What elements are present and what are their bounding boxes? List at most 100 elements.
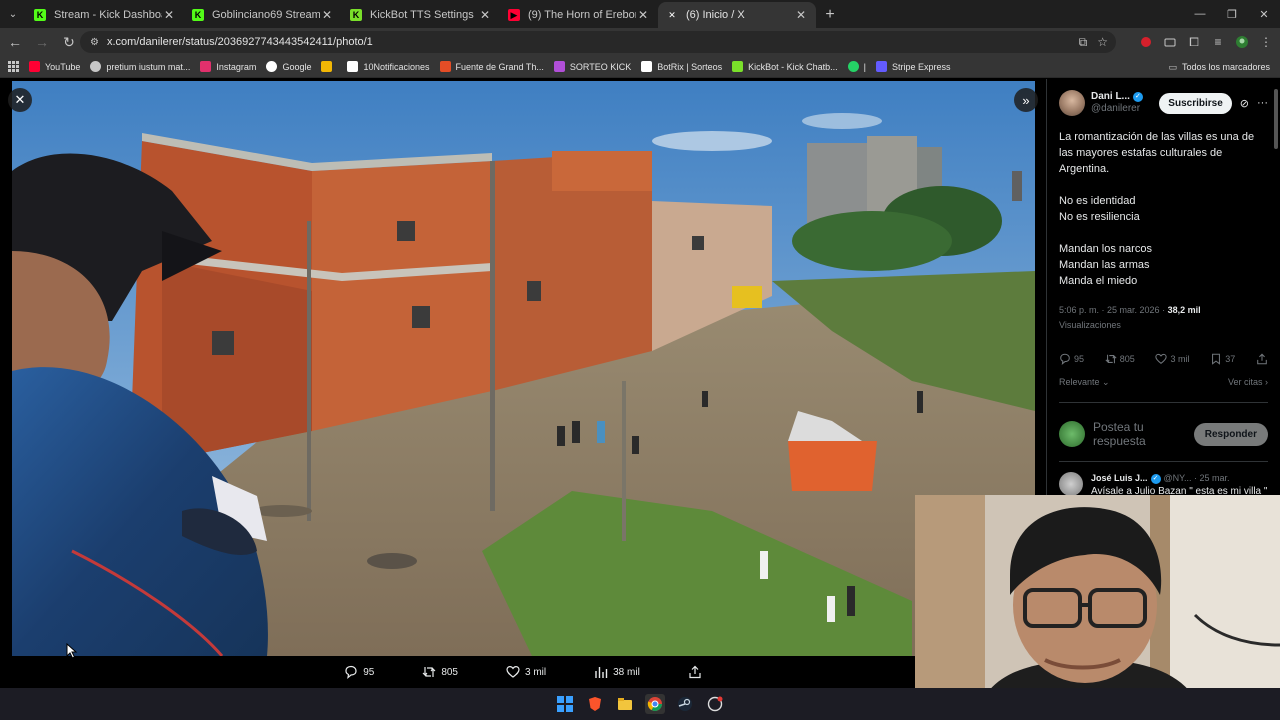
diamond-icon — [641, 61, 653, 72]
bookmark-item[interactable]: Google — [266, 61, 311, 72]
forward-icon[interactable]: → — [30, 30, 54, 54]
tweet-timestamp[interactable]: 5:06 p. m. · 25 mar. 2026 — [1059, 305, 1160, 315]
youtube-icon — [29, 61, 40, 72]
extensions-puzzle-icon[interactable]: ⧠ — [1186, 34, 1202, 50]
new-tab-button[interactable]: + — [816, 2, 844, 28]
share-metric[interactable] — [1256, 353, 1268, 365]
reply-button[interactable]: Responder — [1193, 422, 1268, 446]
tweet-photo[interactable] — [12, 81, 1035, 656]
views-action[interactable]: 38 mil — [594, 665, 640, 679]
restore-icon[interactable]: ❐ — [1216, 0, 1248, 28]
apps-grid-icon[interactable] — [8, 61, 19, 72]
grok-icon[interactable]: ⊘ — [1240, 97, 1249, 110]
steam-icon[interactable] — [675, 694, 695, 714]
bookmark-item[interactable]: BotRix | Sorteos — [641, 61, 722, 72]
repost-metric[interactable]: 805 — [1105, 353, 1135, 365]
repost-action[interactable]: 805 — [422, 665, 458, 679]
browser-tab[interactable]: ▶ (9) The Horn of Erebor | ISOLAT✕ — [500, 2, 658, 28]
tweet-paragraph: La romantización de las villas es una de… — [1059, 131, 1255, 175]
browser-tab[interactable]: ✕ (6) Inicio / X ✕ — [658, 2, 816, 28]
sort-row: Relevante ⌄ Ver citas › — [1059, 377, 1268, 388]
browser-tab[interactable]: K Goblinciano69 Stream - Watch✕ — [184, 2, 342, 28]
media-controls-icon[interactable]: ≡ — [1210, 34, 1226, 50]
bookmark-item[interactable] — [321, 61, 337, 72]
whatsapp-icon — [847, 61, 859, 72]
user-avatar[interactable] — [1059, 421, 1085, 447]
bookmark-item[interactable]: Stripe Express — [876, 61, 951, 72]
chrome-icon[interactable] — [645, 694, 665, 714]
divider — [1059, 402, 1268, 403]
reload-icon[interactable]: ↻ — [57, 30, 81, 54]
profile-avatar-icon[interactable] — [1234, 34, 1250, 50]
x-icon — [347, 61, 359, 72]
close-tab-icon[interactable]: ✕ — [794, 8, 808, 22]
reply-handle-date: @NY... · 25 mar. — [1163, 473, 1230, 483]
file-explorer-icon[interactable] — [615, 694, 635, 714]
like-action[interactable]: 3 mil — [506, 665, 546, 679]
close-tab-icon[interactable]: ✕ — [320, 8, 334, 22]
reply-action[interactable]: 95 — [344, 665, 374, 679]
reply-author-name[interactable]: José Luis J... — [1091, 472, 1148, 485]
author-name[interactable]: Dani L... ✓ — [1091, 91, 1151, 103]
close-tab-icon[interactable]: ✕ — [162, 8, 176, 22]
address-bar[interactable]: ⚙ x.com/danilerer/status/203692774344354… — [80, 31, 1116, 53]
reply-metric[interactable]: 95 — [1059, 353, 1084, 365]
bookmark-item[interactable]: SORTEO KICK — [553, 61, 632, 72]
windows-start-icon[interactable] — [555, 694, 575, 714]
author-avatar[interactable] — [1059, 90, 1085, 116]
bookmark-item[interactable]: Instagram — [200, 61, 256, 72]
reply-author-avatar[interactable] — [1059, 472, 1083, 496]
bookmark-item[interactable]: KickBot - Kick Chatb... — [732, 61, 838, 72]
close-tab-icon[interactable]: ✕ — [478, 8, 492, 22]
tweet-meta: 5:06 p. m. · 25 mar. 2026 · 38,2 mil Vis… — [1059, 305, 1201, 330]
site-info-icon[interactable]: ⚙ — [90, 37, 99, 48]
mouse-cursor-icon — [66, 643, 78, 659]
font-icon — [439, 61, 451, 72]
like-metric[interactable]: 3 mil — [1155, 353, 1190, 365]
sidebar-scrollbar[interactable] — [1274, 89, 1278, 149]
bookmark-item[interactable]: YouTube — [29, 61, 80, 72]
all-bookmarks-folder[interactable]: ▭ Todos los marcadores — [1168, 56, 1270, 78]
sort-dropdown[interactable]: Relevante ⌄ — [1059, 377, 1110, 388]
bookmark-star-icon[interactable]: ☆ — [1097, 35, 1108, 49]
browser-tab[interactable]: K Stream - Kick Dashboard✕ — [26, 2, 184, 28]
obs-app-icon[interactable] — [705, 694, 725, 714]
bookmark-item[interactable]: 10Notificaciones — [347, 61, 430, 72]
tab-search-icon[interactable]: ⌄ — [0, 0, 26, 28]
extension-red-icon[interactable] — [1138, 34, 1154, 50]
chevron-right-icon: › — [1262, 377, 1268, 387]
browser-toolbar: ← → ↻ ⚙ x.com/danilerer/status/203692774… — [0, 28, 1280, 56]
bookmark-item[interactable]: Fuente de Grand Th... — [439, 61, 544, 72]
subscribe-button[interactable]: Suscribirse — [1159, 92, 1232, 114]
reply-icon — [1060, 353, 1070, 365]
bookmark-item[interactable]: | — [847, 61, 866, 72]
like-metric-count: 3 mil — [1170, 354, 1190, 364]
minimize-icon[interactable]: — — [1184, 0, 1216, 28]
url-text: x.com/danilerer/status/20369277434435424… — [106, 36, 373, 48]
bookmark-item[interactable]: pretium iustum mat... — [90, 61, 190, 72]
divider — [1059, 461, 1268, 462]
share-icon — [1257, 353, 1267, 365]
view-quotes-link[interactable]: Ver citas › — [1228, 377, 1268, 388]
tab-strip: ⌄ KStream - Kick Dashboard✕KGoblinciano6… — [0, 0, 1280, 28]
back-icon[interactable]: ← — [3, 30, 27, 54]
toggle-sidebar-icon[interactable]: » — [1014, 88, 1038, 112]
bookmarks-bar: YouTube pretium iustum mat... Instagram Goo… — [0, 56, 1280, 78]
extension-card-icon[interactable] — [1162, 34, 1178, 50]
share-action[interactable] — [688, 665, 702, 679]
tab-title: Stream - Kick Dashboard — [54, 9, 162, 21]
close-tab-icon[interactable]: ✕ — [636, 8, 650, 22]
brave-browser-icon[interactable] — [585, 694, 605, 714]
author-handle[interactable]: @danilerer — [1091, 103, 1151, 115]
close-window-icon[interactable]: ✕ — [1248, 0, 1280, 28]
more-menu-icon[interactable]: ⋮ — [1258, 34, 1274, 50]
sort-label: Relevante — [1059, 377, 1100, 387]
install-app-icon[interactable]: ⧉ — [1079, 35, 1088, 50]
views-chart-icon — [595, 667, 608, 678]
more-options-icon[interactable]: ··· — [1257, 97, 1268, 110]
close-photo-icon[interactable]: ✕ — [8, 88, 32, 112]
reply-input[interactable]: Postea tu respuesta — [1093, 420, 1179, 448]
bookmark-label: SORTEO KICK — [569, 61, 632, 72]
bookmark-metric[interactable]: 37 — [1210, 353, 1235, 365]
browser-tab[interactable]: K KickBot TTS Settings ✕ — [342, 2, 500, 28]
